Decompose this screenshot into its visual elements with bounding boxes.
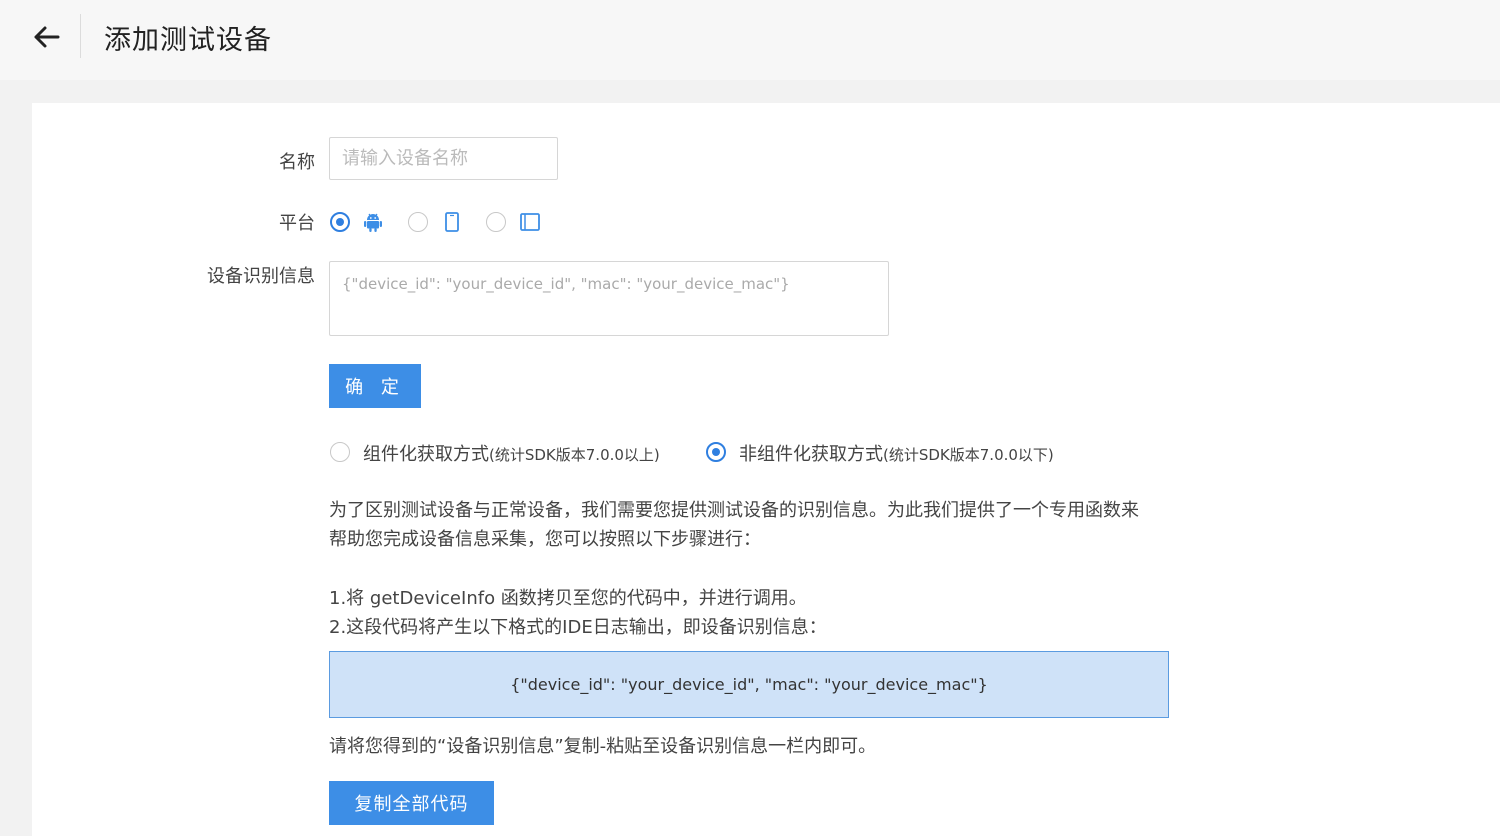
intro-text-line2: 帮助您完成设备信息采集，您可以按照以下步骤进行： xyxy=(329,529,761,550)
tablet-icon[interactable] xyxy=(519,211,541,233)
device-name-input[interactable] xyxy=(329,137,558,180)
name-label: 名称 xyxy=(279,152,315,173)
phone-icon[interactable] xyxy=(441,211,463,233)
mode-component-note: (统计SDK版本7.0.0以上) xyxy=(489,446,660,464)
step-2-text: 2.这段代码将产生以下格式的IDE日志输出，即设备识别信息： xyxy=(329,617,827,638)
step-3-text: 请将您得到的“设备识别信息”复制-粘贴至设备识别信息一栏内即可。 xyxy=(329,736,877,757)
mode-component-title: 组件化获取方式 xyxy=(363,444,489,465)
step-1-text: 1.将 getDeviceInfo 函数拷贝至您的代码中，并进行调用。 xyxy=(329,588,807,609)
mode-radio-non-component[interactable] xyxy=(706,442,726,462)
mode-label-component[interactable]: 组件化获取方式(统计SDK版本7.0.0以上) xyxy=(363,440,660,466)
page-title: 添加测试设备 xyxy=(104,25,272,56)
page-header: 添加测试设备 xyxy=(0,0,1500,80)
arrow-left-icon[interactable] xyxy=(32,25,60,49)
platform-radio-android[interactable] xyxy=(330,212,350,232)
mode-non-component-note: (统计SDK版本7.0.0以下) xyxy=(883,446,1054,464)
confirm-button[interactable]: 确 定 xyxy=(329,364,421,408)
device-info-label: 设备识别信息 xyxy=(207,266,315,287)
platform-radio-phone[interactable] xyxy=(408,212,428,232)
mode-label-non-component[interactable]: 非组件化获取方式(统计SDK版本7.0.0以下) xyxy=(739,440,1054,466)
android-icon[interactable] xyxy=(362,211,384,233)
intro-text-line1: 为了区别测试设备与正常设备，我们需要您提供测试设备的识别信息。为此我们提供了一个… xyxy=(329,500,1139,521)
platform-label: 平台 xyxy=(279,213,315,234)
back-button[interactable] xyxy=(28,20,64,54)
header-divider xyxy=(80,14,81,58)
code-sample-box: {"device_id": "your_device_id", "mac": "… xyxy=(329,651,1169,718)
mode-non-component-title: 非组件化获取方式 xyxy=(739,444,883,465)
device-info-textarea[interactable] xyxy=(329,261,889,336)
form-panel: 名称 平台 设备识别信息 确 定 xyxy=(32,103,1500,836)
platform-radio-tablet[interactable] xyxy=(486,212,506,232)
mode-radio-component[interactable] xyxy=(330,442,350,462)
copy-all-code-button[interactable]: 复制全部代码 xyxy=(329,781,494,825)
